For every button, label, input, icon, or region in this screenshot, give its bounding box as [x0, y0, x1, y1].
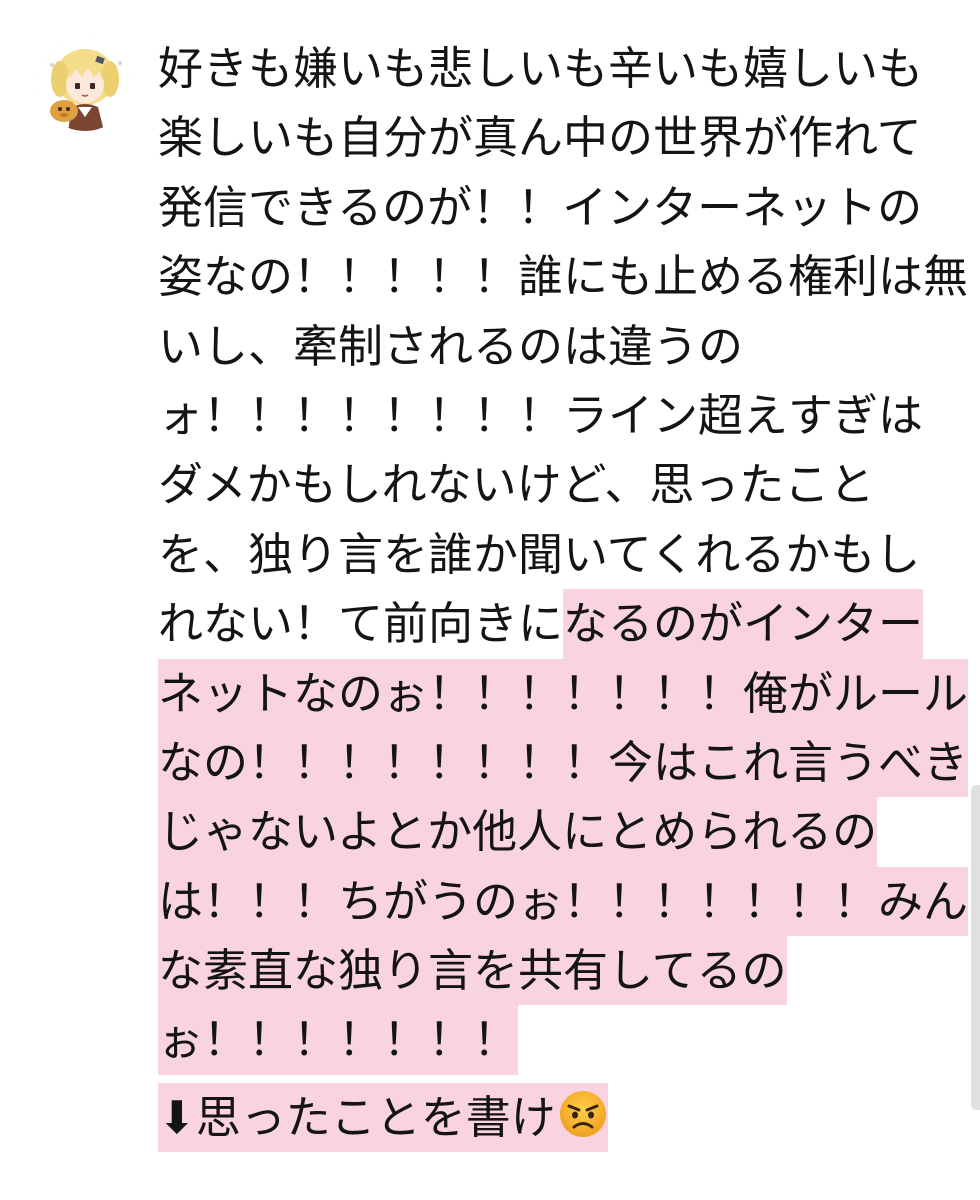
- post-line-1-text: 好きも嫌いも悲しいも辛いも嬉しいも: [158, 42, 924, 95]
- post-line-15: ぉ！！！！！！！: [158, 1005, 958, 1075]
- post-line-7-text: ダメかもしれないけど、思ったこと: [158, 458, 875, 512]
- post-line-4-text: 姿なの！！！！！誰にも止める権利は無: [158, 250, 969, 304]
- post-line-8-text: を、独り言を誰か聞いてくれるかもし: [158, 527, 921, 581]
- post-line-10: ネットなのぉ！！！！！！！俺がルール: [158, 658, 969, 728]
- post-line-12-highlight: じゃないよとか他人にとめられるの: [158, 797, 878, 867]
- post-line-2: 楽しいも自分が真ん中の世界が作れて: [158, 103, 958, 172]
- post-line-5-text: いし、牽制されるのは違うの: [158, 319, 744, 373]
- post-line-15-highlight: ぉ！！！！！！！: [158, 1005, 519, 1075]
- post-line-11-highlight: なの！！！！！！！！今はこれ言うべき: [158, 727, 969, 798]
- post-line-11: なの！！！！！！！！今はこれ言うべき: [158, 727, 969, 798]
- post-line-10-highlight: ネットなのぉ！！！！！！！俺がルール: [158, 658, 969, 728]
- post-line-5: いし、牽制されるのは違うの: [158, 312, 958, 381]
- post-line-13: は！！！ちがうのぉ！！！！！！！みん: [158, 866, 969, 937]
- post-line-1: 好きも嫌いも悲しいも辛いも嬉しいも: [158, 34, 958, 103]
- post-line-2-text: 楽しいも自分が真ん中の世界が作れて: [158, 111, 922, 165]
- post-line-16: ⬇思ったことを書け: [158, 1082, 958, 1153]
- post-last-line: ⬇思ったことを書け: [158, 1082, 608, 1153]
- scrollbar-thumb[interactable]: [971, 785, 980, 1110]
- post-line-7: ダメかもしれないけど、思ったこと: [158, 450, 958, 519]
- post-line-6: ォ！！！！！！！！ライン超えすぎは: [158, 381, 958, 450]
- post-line-8: を、独り言を誰か聞いてくれるかもし: [158, 520, 958, 589]
- anime-girl-avatar-icon: [38, 37, 132, 131]
- post-line-13-highlight: は！！！ちがうのぉ！！！！！！！みん: [158, 866, 969, 937]
- post-avatar[interactable]: [38, 37, 132, 131]
- post-line-4: 姿なの！！！！！誰にも止める権利は無: [158, 242, 968, 311]
- angry-face-emoji-icon: [558, 1089, 608, 1158]
- post-line-12: じゃないよとか他人にとめられるの: [158, 797, 958, 867]
- post-last-line-text: ⬇思ったことを書け: [158, 1090, 556, 1144]
- post-line-9-text: れない！て前向きに: [158, 597, 564, 651]
- post-line-9-highlight: なるのがインター: [563, 589, 924, 659]
- post-line-3-text: 発信できるのが！！インターネットの: [158, 180, 923, 234]
- post-line-14: な素直な独り言を共有してるの: [158, 936, 958, 1006]
- post-line-14-highlight: な素直な独り言を共有してるの: [158, 936, 787, 1006]
- post-line-6-text: ォ！！！！！！！！ライン超えすぎは: [158, 388, 924, 442]
- post-body: 好きも嫌いも悲しいも辛いも嬉しいも 楽しいも自分が真ん中の世界が作れて 発信でき…: [158, 34, 969, 1153]
- post-line-9: れない！て前向きになるのがインター: [158, 589, 958, 659]
- post-line-3: 発信できるのが！！インターネットの: [158, 173, 958, 242]
